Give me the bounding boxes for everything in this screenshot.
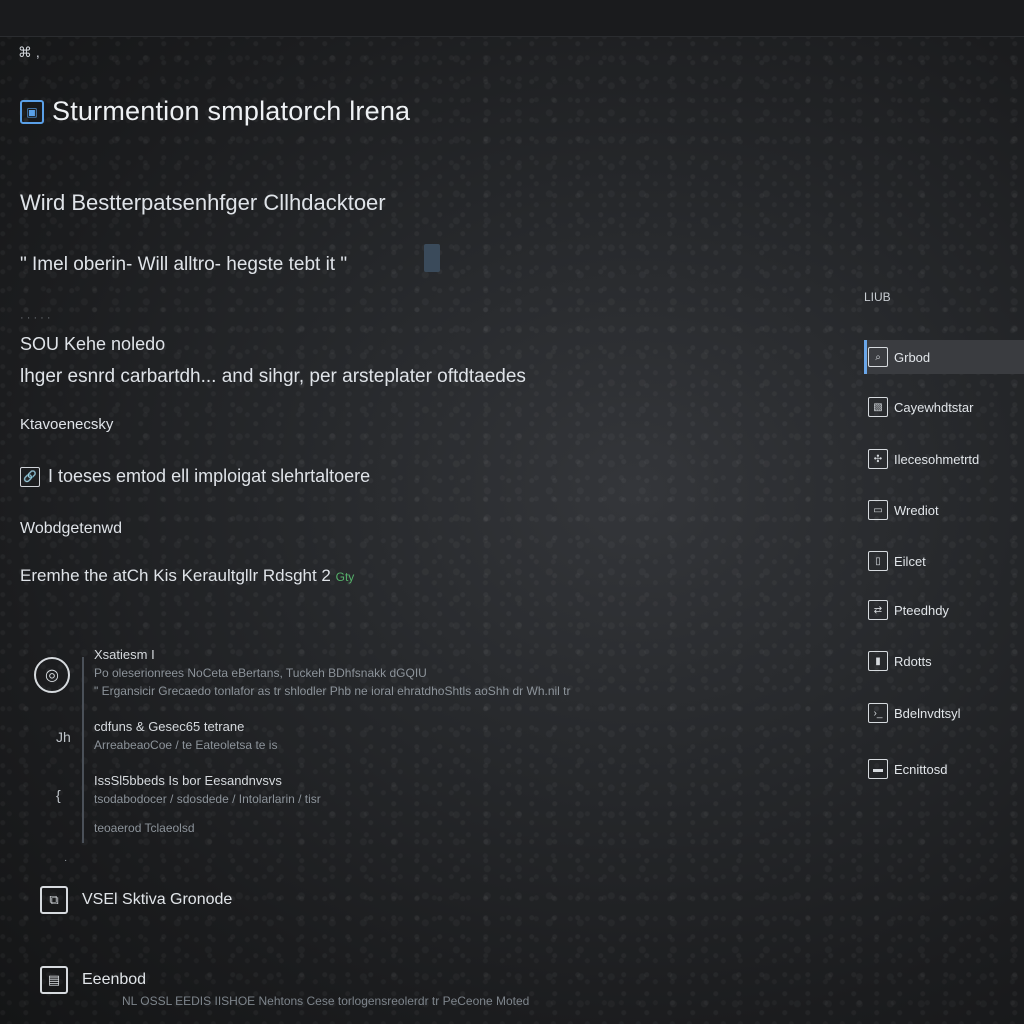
bottom-item-label: Eeenbod [82, 971, 147, 988]
sidebar-item-eilcet[interactable]: ▯ Eilcet [864, 544, 1024, 578]
image-icon: ▧ [868, 397, 888, 417]
app-window-icon: ▣ [20, 99, 44, 124]
search-icon: ⌕ [868, 347, 888, 367]
activity-title: IssSl5bbeds Is bor Eesandnvsvs [94, 773, 282, 788]
sidebar-item-bdelnvdtsyl[interactable]: ›_ Bdelnvdtsyl [864, 696, 1024, 730]
info-text: Eremhe the atCh Kis Keraultgllr Rdsght 2 [20, 566, 331, 585]
section-label-2: Wobdgetenwd [20, 520, 122, 537]
sidebar-item-cayewhdtstar[interactable]: ▧ Cayewhdtstar [864, 390, 1024, 424]
page-header: ▣ Sturmention smplatorch lrena [20, 96, 410, 127]
activity-title: Xsatiesm I [94, 647, 155, 662]
sidebar-item-label: Ecnittosd [894, 761, 948, 777]
terminal-icon: ›_ [868, 703, 888, 723]
sidebar-item-rdotts[interactable]: ▮ Rdotts [864, 644, 1024, 678]
timeline-dot: · [64, 855, 68, 866]
document-icon: ▤ [40, 966, 68, 994]
file-icon: ▯ [868, 551, 888, 571]
sidebar-item-label: Ilecesohmetrtd [894, 451, 980, 467]
sidebar-item-label: Bdelnvdtsyl [894, 705, 961, 721]
sidebar-item-label: Grbod [894, 349, 931, 365]
bottom-item-label: VSEl Sktiva Gronode [82, 891, 233, 908]
activity-subtitle: ArreabeaoCoe / te Eateoletsa te is [94, 738, 278, 752]
activity-marker: Jh [56, 729, 71, 745]
sidebar-item-grbod[interactable]: ⌕ Grbod [864, 340, 1024, 374]
sidebar-item-ilecesohmetrtd[interactable]: ✣ Ilecesohmetrtd [864, 442, 1024, 476]
share-icon: ⇄ [868, 600, 888, 620]
menu-shortcut-glyph[interactable]: ⌘ , [18, 44, 40, 61]
faint-caption: · · · · · [20, 312, 51, 324]
activity-marker: { [56, 787, 61, 803]
sidebar-item-pteedhdy[interactable]: ⇄ Pteedhdy [864, 593, 1024, 627]
right-sidebar: LIUB ⌕ Grbod ▧ Cayewhdtstar ✣ Ilecesohme… [862, 280, 1024, 800]
activity-subtitle: Po oleserionrees NoCeta eBertans, Tuckeh… [94, 666, 427, 680]
sidebar-item-label: Pteedhdy [894, 602, 949, 618]
window-icon: ⧉ [40, 886, 68, 914]
link-row[interactable]: 🔗 I toeses emtod ell imploigat slehrtalt… [20, 466, 370, 487]
timeline-line [82, 657, 84, 843]
sidebar-item-label: Wrediot [894, 502, 939, 518]
sidebar-item-wrediot[interactable]: ▭ Wrediot [864, 493, 1024, 527]
activity-detail: " Ergansicir Grecaedo tonlafor as tr shl… [94, 684, 571, 698]
sidebar-item-label: Rdotts [894, 653, 932, 669]
activity-title: cdfuns & Gesec65 tetrane [94, 719, 245, 734]
link-text[interactable]: I toeses emtod ell imploigat slehrtaltoe… [48, 466, 370, 487]
bottom-item-extension[interactable]: ⧉ VSEl Sktiva Gronode [40, 886, 232, 914]
page-title: Sturmention smplatorch lrena [52, 96, 411, 126]
quote-line: " Imel oberin- Will alltro- hegste tebt … [20, 254, 348, 275]
sidebar-item-label: Eilcet [894, 553, 926, 569]
book-icon: ▮ [868, 651, 888, 671]
github-icon[interactable]: ◎ [34, 657, 70, 693]
app-window: ⌘ , ▣ Sturmention smplatorch lrena Wird … [0, 0, 1024, 1024]
section-label: Ktavoenecsky [20, 416, 114, 433]
activity-subtitle: teoaerod Tclaeolsd [94, 821, 195, 835]
activity-feed: ◎ Xsatiesm I Po oleserionrees NoCeta eBe… [30, 645, 670, 866]
subheading: SOU Kehe noledo [20, 334, 166, 354]
section-heading: Wird Bestterpatsenhfger Cllhdacktoer [20, 190, 386, 215]
activity-item[interactable]: teoaerod Tclaeolsd [94, 817, 195, 835]
info-line: Eremhe the atCh Kis Keraultgllr Rdsght 2… [20, 566, 354, 586]
sidebar-header: LIUB [864, 290, 891, 304]
link-icon: 🔗 [20, 466, 40, 487]
bottom-item-document[interactable]: ▤ Eeenbod [40, 966, 146, 994]
description-text: lhger esnrd carbartdh... and sihgr, per … [20, 366, 526, 387]
activity-item[interactable]: Xsatiesm I Po oleserionrees NoCeta eBert… [94, 647, 571, 698]
activity-item[interactable]: IssSl5bbeds Is bor Eesandnvsvs tsodabodo… [94, 773, 321, 806]
cursor-block [424, 244, 440, 272]
footer-text: NL OSSL EEDIS IISHOE Nehtons Cese torlog… [122, 994, 530, 1008]
activity-subtitle: tsodabodocer / sdosdede / Intolarlarin /… [94, 792, 321, 806]
sidebar-item-ecnittosd[interactable]: ▬ Ecnittosd [864, 752, 1024, 786]
puzzle-icon: ✣ [868, 449, 888, 469]
title-bar [0, 0, 1024, 37]
sidebar-item-label: Cayewhdtstar [894, 399, 974, 415]
window-icon: ▭ [868, 500, 888, 520]
activity-item[interactable]: cdfuns & Gesec65 tetrane ArreabeaoCoe / … [94, 719, 277, 752]
card-icon: ▬ [868, 759, 888, 779]
info-accent: Gty [335, 570, 355, 584]
